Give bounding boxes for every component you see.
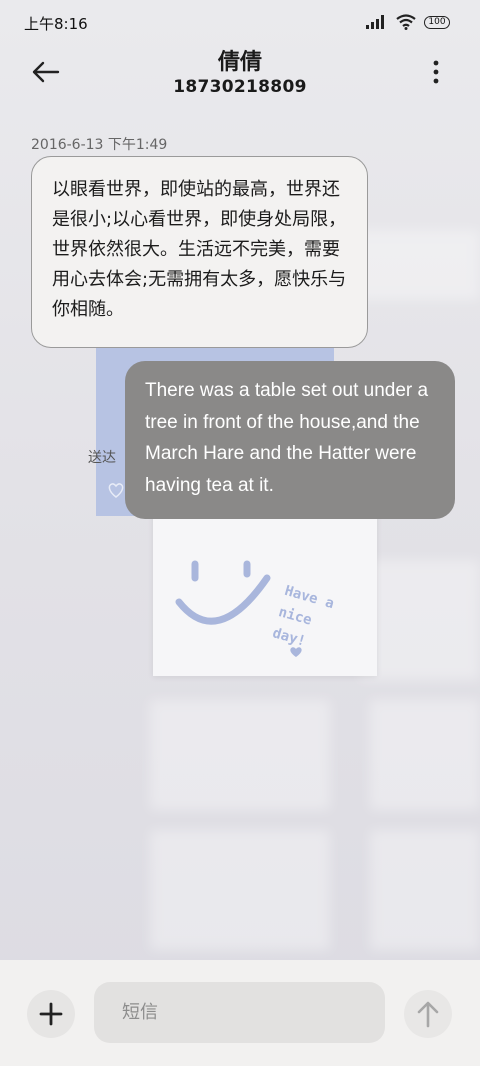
window-light <box>360 560 480 680</box>
message-timestamp: 2016-6-13 下午1:49 <box>31 137 168 153</box>
more-vert-icon <box>433 60 439 84</box>
smiley-face-icon <box>175 560 271 625</box>
contact-name: 倩倩 <box>217 50 262 75</box>
outgoing-message-bubble[interactable]: There was a table set out under a tree i… <box>125 361 455 519</box>
phone-number: 18730218809 <box>173 77 307 97</box>
battery-icon: 100 <box>424 15 450 29</box>
wifi-icon <box>396 14 416 30</box>
signal-icon <box>366 15 384 29</box>
sticker-card <box>153 500 377 676</box>
window-light <box>150 830 330 950</box>
heart-outline-icon <box>108 483 124 498</box>
send-button[interactable] <box>404 990 452 1038</box>
status-time: 上午8:16 <box>24 15 88 33</box>
incoming-message-bubble[interactable]: 以眼看世界，即使站的最高，世界还是很小;以心看世界，即使身处局限，世界依然很大。… <box>31 156 368 348</box>
more-options-button[interactable] <box>428 58 444 86</box>
delivery-status: 送达 <box>88 450 116 466</box>
status-icons: 100 <box>366 14 450 30</box>
send-arrow-icon <box>417 1001 439 1028</box>
sms-input[interactable]: 短信 <box>94 982 385 1043</box>
window-light <box>370 830 480 950</box>
window-light <box>150 700 330 810</box>
status-bar: 上午8:16 100 <box>0 0 480 44</box>
conversation-header: 倩倩 18730218809 <box>0 44 480 114</box>
plus-icon <box>39 1002 63 1026</box>
window-light <box>370 700 480 810</box>
add-attachment-button[interactable] <box>27 990 75 1038</box>
